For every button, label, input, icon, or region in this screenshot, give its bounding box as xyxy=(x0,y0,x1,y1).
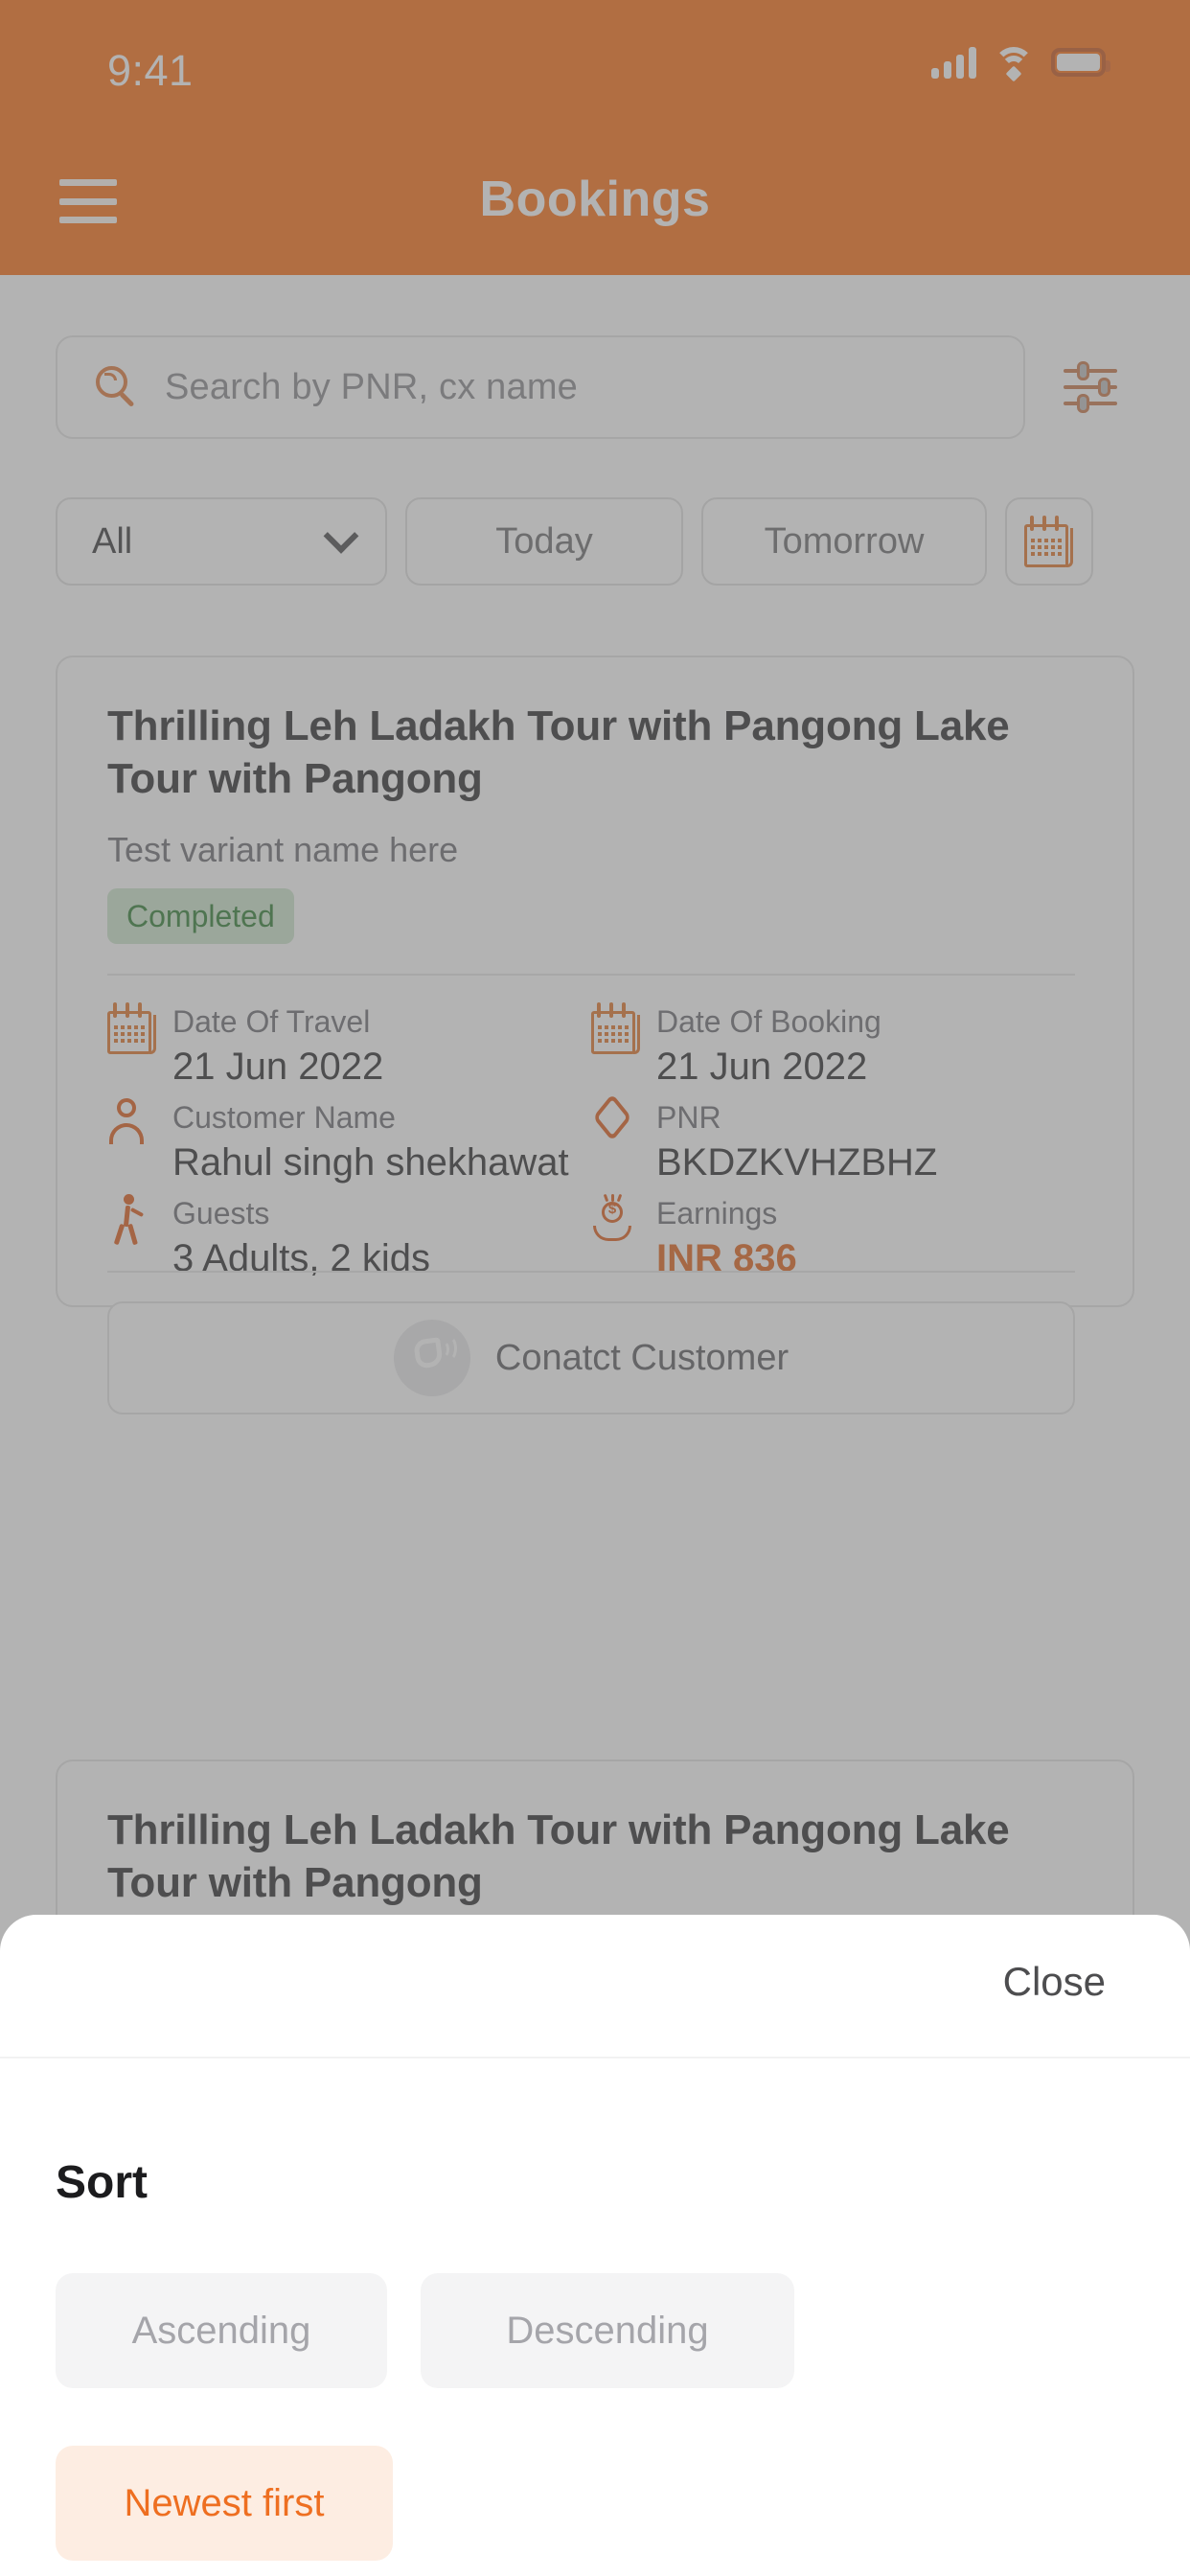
booking-title: Thrilling Leh Ladakh Tour with Pangong L… xyxy=(107,702,1010,803)
contact-customer-label: Conatct Customer xyxy=(494,1337,790,1378)
info-value: 3 Adults, 2 kids xyxy=(172,1237,431,1279)
info-row: Date Of Travel 21 Jun 2022 Date Of Booki… xyxy=(107,1002,1075,1098)
booking-info-grid: Date Of Travel 21 Jun 2022 Date Of Booki… xyxy=(107,1002,1075,1290)
filter-chips-row: All Today Tomorrow xyxy=(56,489,1134,594)
sheet-header: Close xyxy=(0,1915,1190,2058)
filter-dropdown-all[interactable]: All xyxy=(56,497,387,586)
sort-bottom-sheet: Close Sort Ascending Descending Newest f… xyxy=(0,1915,1190,2576)
page-title: Bookings xyxy=(479,172,711,227)
sort-options-row: Ascending Descending xyxy=(56,2273,794,2388)
info-row: Customer Name Rahul singh shekhawat PNR … xyxy=(107,1092,1075,1194)
status-bar-time: 9:41 xyxy=(107,46,194,95)
mobile-screen: 9:41 Bookings Search by PNR, cx name All… xyxy=(0,0,1190,2576)
info-label: Date Of Booking xyxy=(656,1004,881,1039)
sort-option-newest-first[interactable]: Newest first xyxy=(56,2446,393,2561)
chevron-down-icon xyxy=(323,518,359,554)
sliders-glyph xyxy=(1062,361,1119,413)
calendar-picker-button[interactable] xyxy=(1005,497,1093,586)
filter-sliders-icon[interactable] xyxy=(1046,335,1134,439)
guest-walking-icon xyxy=(107,1194,157,1248)
calendar-icon xyxy=(107,1002,157,1056)
info-value: 21 Jun 2022 xyxy=(172,1046,384,1088)
filter-chip-today[interactable]: Today xyxy=(405,497,683,586)
info-label: PNR xyxy=(656,1100,721,1135)
status-badge: Completed xyxy=(107,888,294,944)
calendar-icon xyxy=(1024,516,1074,567)
info-value: Rahul singh shekhawat xyxy=(172,1141,569,1184)
sort-section-title: Sort xyxy=(56,2157,148,2208)
info-row: Guests 3 Adults, 2 kids Earnings INR 836 xyxy=(107,1193,1075,1290)
tag-icon xyxy=(591,1092,641,1152)
info-label: Guests xyxy=(172,1196,270,1230)
cellular-signal-icon xyxy=(931,46,976,79)
app-header: 9:41 Bookings xyxy=(0,0,1190,275)
search-icon xyxy=(96,366,138,408)
sort-option-descending[interactable]: Descending xyxy=(421,2273,794,2388)
info-label: Customer Name xyxy=(172,1100,396,1135)
close-button[interactable]: Close xyxy=(1003,1959,1106,2005)
info-cell-date-of-booking: Date Of Booking 21 Jun 2022 xyxy=(591,1002,1075,1098)
search-row: Search by PNR, cx name xyxy=(56,335,1134,439)
info-cell-customer-name: Customer Name Rahul singh shekhawat xyxy=(107,1098,591,1194)
contact-customer-button[interactable]: Conatct Customer xyxy=(107,1301,1075,1414)
filter-dropdown-label: All xyxy=(92,520,133,562)
divider xyxy=(107,1271,1075,1273)
filter-chip-tomorrow[interactable]: Tomorrow xyxy=(701,497,987,586)
person-icon xyxy=(107,1098,157,1152)
info-cell-date-of-travel: Date Of Travel 21 Jun 2022 xyxy=(107,1002,591,1098)
phone-call-icon xyxy=(393,1320,470,1396)
search-input[interactable]: Search by PNR, cx name xyxy=(56,335,1025,439)
wifi-icon xyxy=(994,47,1034,82)
info-value: 21 Jun 2022 xyxy=(656,1046,868,1088)
info-value-earnings: INR 836 xyxy=(656,1237,797,1279)
info-label: Earnings xyxy=(656,1196,778,1230)
booking-variant: Test variant name here xyxy=(107,830,459,869)
status-bar: 9:41 xyxy=(0,0,1190,105)
battery-icon xyxy=(1051,48,1110,77)
calendar-icon xyxy=(591,1002,641,1056)
booking-title: Thrilling Leh Ladakh Tour with Pangong L… xyxy=(107,1806,1010,1907)
earnings-hand-coin-icon xyxy=(591,1193,641,1248)
info-cell-guests: Guests 3 Adults, 2 kids xyxy=(107,1194,591,1290)
info-cell-earnings: Earnings INR 836 xyxy=(591,1193,1075,1290)
info-cell-pnr: PNR BKDZKVHZBHZ xyxy=(591,1092,1075,1194)
divider xyxy=(107,974,1075,976)
info-value: BKDZKVHZBHZ xyxy=(656,1141,938,1184)
booking-card[interactable]: Thrilling Leh Ladakh Tour with Pangong L… xyxy=(56,656,1134,1414)
search-input-placeholder: Search by PNR, cx name xyxy=(165,366,579,407)
info-label: Date Of Travel xyxy=(172,1004,371,1039)
sort-option-ascending[interactable]: Ascending xyxy=(56,2273,387,2388)
status-bar-icons xyxy=(931,46,1110,82)
